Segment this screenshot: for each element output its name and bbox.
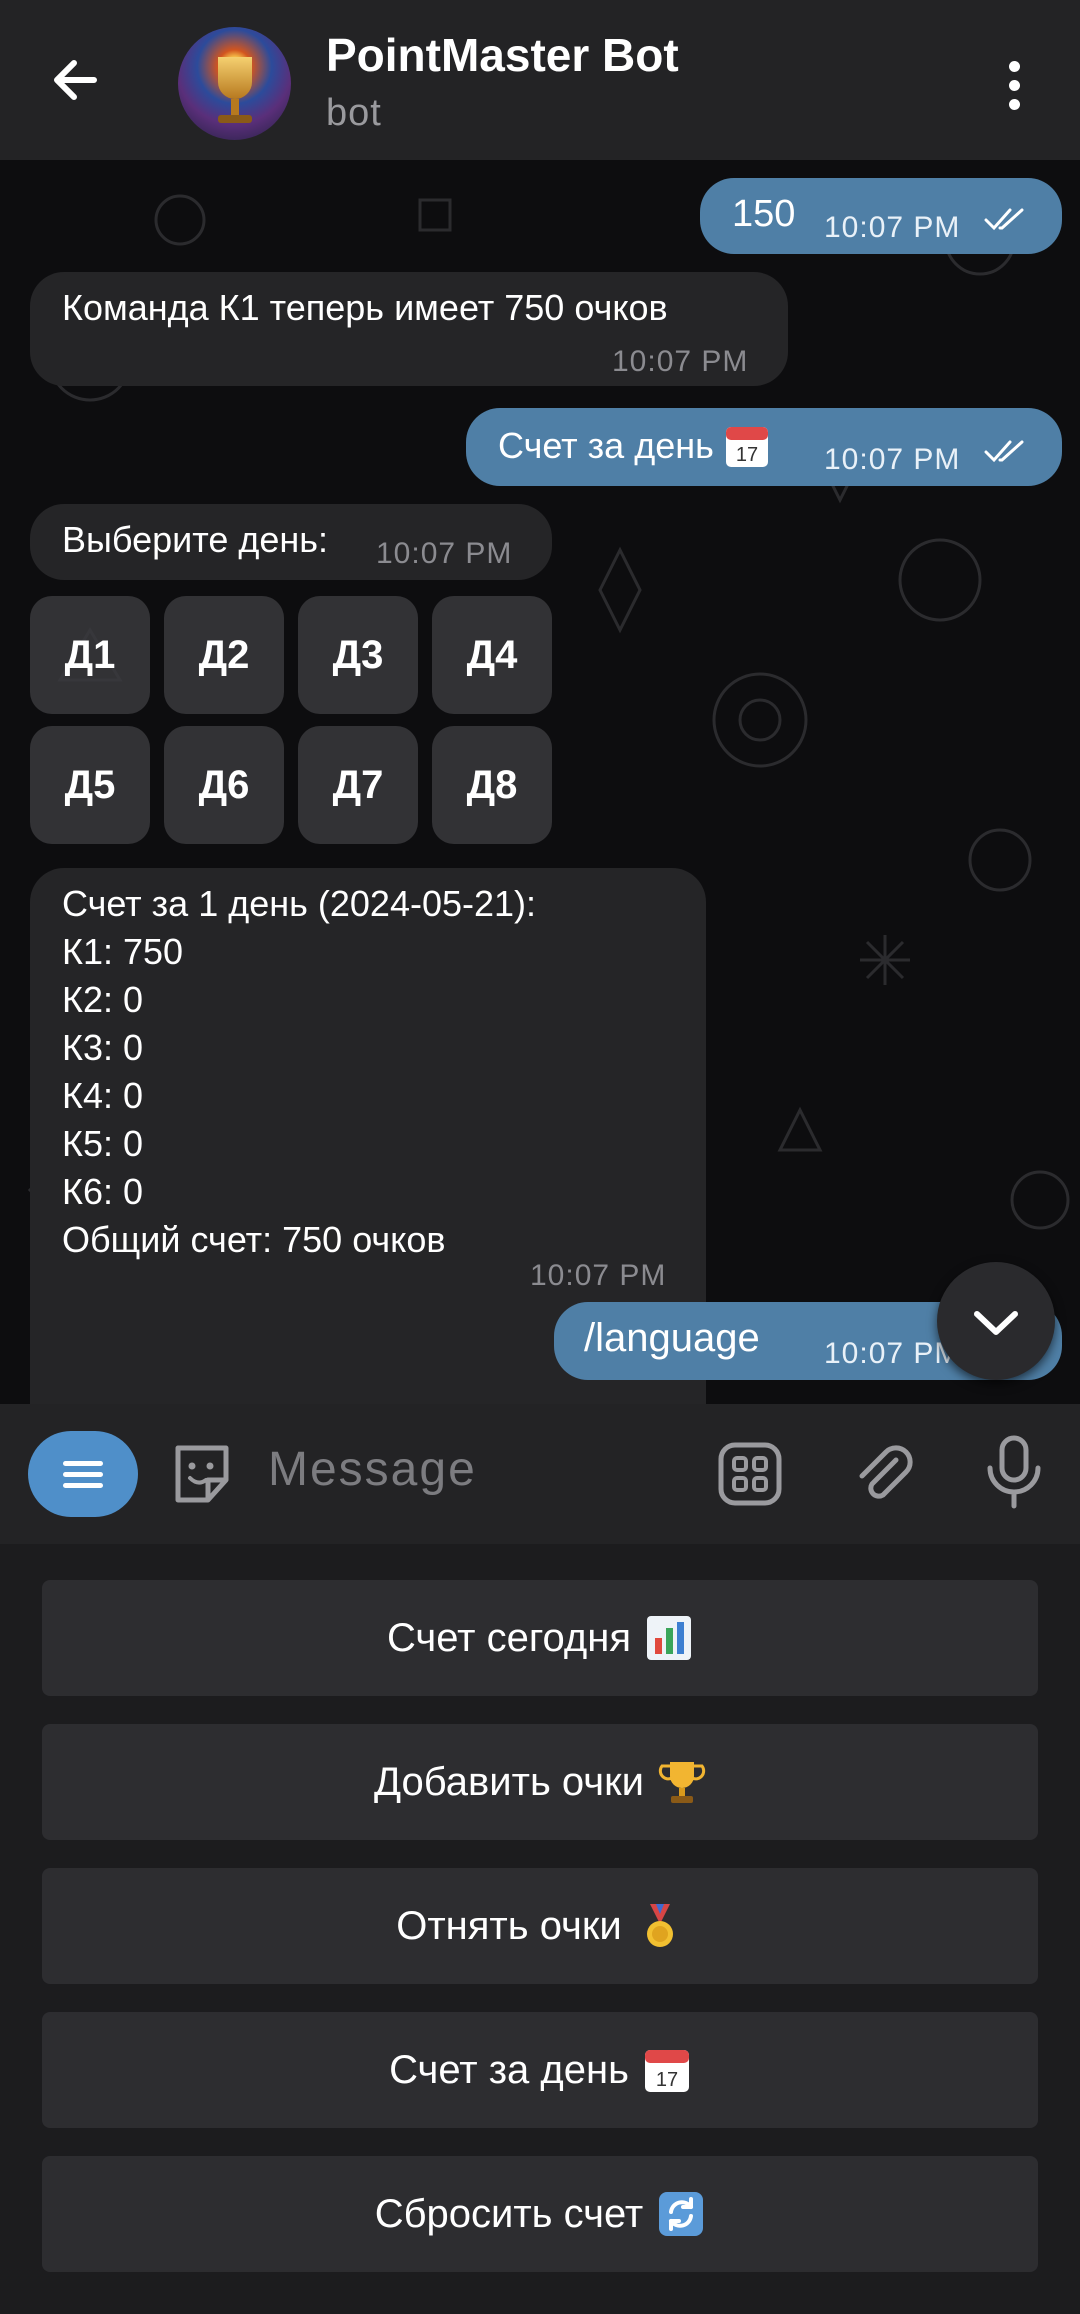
trophy-icon (218, 57, 252, 99)
score-report: Счет за 1 день (2024-05-21): К1: 750 К2:… (62, 880, 536, 1264)
message-text: /language (584, 1316, 760, 1360)
bar-chart-icon (647, 1616, 692, 1660)
inline-button-day-6[interactable]: Д6 (164, 726, 284, 844)
inline-button-day-3[interactable]: Д3 (298, 596, 418, 714)
inline-button-day-2[interactable]: Д2 (164, 596, 284, 714)
chevron-down-icon (974, 1311, 1018, 1335)
refresh-icon (659, 2192, 704, 2236)
message-input[interactable]: Message (268, 1442, 477, 1497)
chat-header: PointMaster Bot bot (0, 0, 1080, 160)
bot-menu-button[interactable] (28, 1431, 138, 1517)
message-time: 10:07 PM (612, 345, 749, 378)
more-options-icon[interactable] (992, 55, 1036, 115)
keyboard-button-score-today[interactable]: Счет сегодня (42, 1580, 1038, 1696)
message-text: Счет за день 17 (498, 422, 770, 470)
keyboard-button-add-points[interactable]: Добавить очки (42, 1724, 1038, 1840)
score-line: К3: 0 (62, 1027, 144, 1068)
svg-text:17: 17 (736, 444, 758, 466)
message-outgoing[interactable]: 150 10:07 PM (700, 178, 1062, 254)
score-line: К6: 0 (62, 1171, 144, 1212)
keyboard-button-reset-score[interactable]: Сбросить счет (42, 2156, 1038, 2272)
svg-text:17: 17 (656, 2069, 678, 2091)
message-time: 10:07 PM (824, 443, 961, 476)
message-incoming[interactable]: Команда К1 теперь имеет 750 очков 10:07 … (30, 272, 788, 386)
microphone-icon[interactable] (982, 1434, 1046, 1510)
message-list[interactable]: 150 10:07 PM Команда К1 теперь имеет 750… (0, 160, 1080, 1404)
message-time: 10:07 PM (376, 537, 513, 570)
calendar-icon: 17 (644, 2050, 689, 2092)
inline-button-day-1[interactable]: Д1 (30, 596, 150, 714)
chat-title[interactable]: PointMaster Bot (326, 28, 679, 82)
score-line: Общий счет: 750 очков (62, 1219, 446, 1260)
message-time: 10:07 PM (530, 1259, 667, 1292)
score-line: Счет за 1 день (2024-05-21): (62, 883, 537, 924)
score-line: К1: 750 (62, 931, 184, 972)
bot-avatar[interactable] (178, 27, 291, 140)
attach-icon[interactable] (848, 1438, 918, 1508)
score-line: К5: 0 (62, 1123, 144, 1164)
keyboard-button-subtract-points[interactable]: Отнять очки (42, 1868, 1038, 1984)
medal-icon (646, 1904, 673, 1947)
chat-subtitle: bot (326, 92, 382, 134)
inline-button-day-4[interactable]: Д4 (432, 596, 552, 714)
message-text: Выберите день: (62, 519, 329, 560)
message-text: 150 (732, 193, 796, 235)
read-receipt-icon (984, 208, 1024, 231)
message-time: 10:07 PM (824, 211, 961, 244)
message-incoming[interactable]: Выберите день: 10:07 PM (30, 504, 552, 580)
read-receipt-icon (984, 440, 1024, 463)
score-line: К2: 0 (62, 979, 144, 1020)
calendar-icon: 17 (725, 427, 768, 467)
inline-button-day-8[interactable]: Д8 (432, 726, 552, 844)
back-arrow-icon[interactable] (40, 45, 110, 115)
message-text: Команда К1 теперь имеет 750 очков (62, 287, 668, 328)
bot-commands-icon[interactable] (716, 1440, 784, 1508)
sticker-icon[interactable] (168, 1440, 236, 1508)
inline-button-day-7[interactable]: Д7 (298, 726, 418, 844)
scroll-to-bottom-button[interactable] (937, 1262, 1055, 1380)
trophy-icon (658, 1762, 706, 1803)
score-line: К4: 0 (62, 1075, 144, 1116)
keyboard-button-score-for-day[interactable]: Счет за день 17 (42, 2012, 1038, 2128)
message-composer: Message (0, 1404, 1080, 1544)
message-outgoing[interactable]: Счет за день 17 10:07 PM (466, 408, 1062, 486)
reply-keyboard: Счет сегодня Добавить очки Отнять очки С… (0, 1544, 1080, 2314)
inline-button-day-5[interactable]: Д5 (30, 726, 150, 844)
